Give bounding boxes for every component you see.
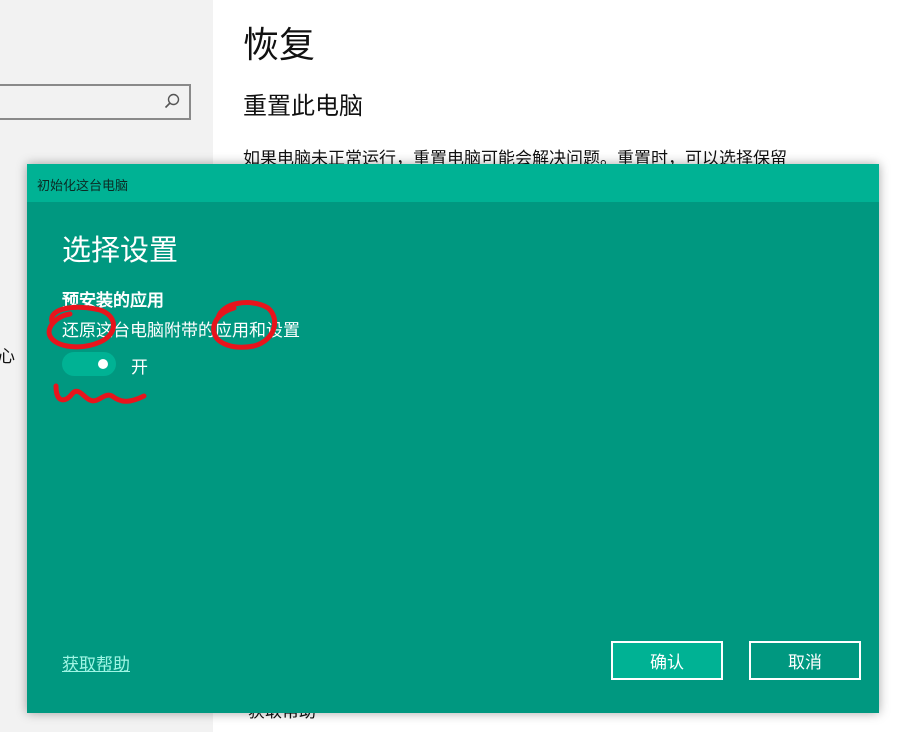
left-nav-item[interactable]: 心 bbox=[0, 342, 15, 367]
toggle-state-label: 开 bbox=[131, 358, 148, 378]
preinstalled-apps-toggle[interactable] bbox=[62, 352, 116, 376]
dialog-title: 初始化这台电脑 bbox=[37, 179, 129, 194]
setting-name: 预安装的应用 bbox=[62, 291, 164, 311]
search-icon bbox=[164, 93, 180, 109]
screen: 心 恢复 重置此电脑 如果电脑未正常运行，重置电脑可能会解决问题。重置时，可以选… bbox=[0, 0, 911, 732]
section-title: 重置此电脑 bbox=[243, 92, 363, 120]
get-help-link[interactable]: 获取帮助 bbox=[62, 650, 130, 675]
page-title: 恢复 bbox=[243, 25, 316, 66]
dialog-titlebar: 初始化这台电脑 bbox=[27, 164, 879, 202]
toggle-knob bbox=[98, 359, 108, 369]
reset-pc-dialog: 初始化这台电脑 选择设置 预安装的应用 还原这台电脑附带的应用和设置 开 获取帮… bbox=[27, 164, 879, 713]
cancel-button[interactable]: 取消 bbox=[749, 641, 861, 680]
confirm-button[interactable]: 确认 bbox=[611, 641, 723, 680]
search-input[interactable] bbox=[0, 84, 191, 120]
setting-description: 还原这台电脑附带的应用和设置 bbox=[62, 321, 300, 341]
dialog-heading: 选择设置 bbox=[62, 233, 179, 267]
